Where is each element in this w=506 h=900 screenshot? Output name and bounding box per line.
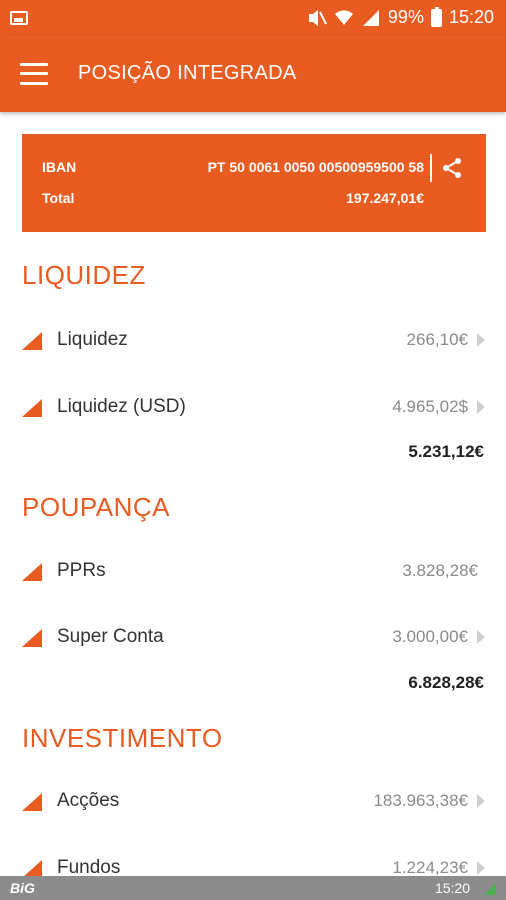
wifi-icon [334,9,354,27]
list-item-accoes[interactable]: Acções 183.963,38€ [0,780,506,824]
mute-icon [307,9,327,27]
total-value: 197.247,01€ [346,190,424,206]
iban-value: PT 50 0061 0050 00500959500 58 [207,159,424,175]
list-item-liquidez-usd[interactable]: Liquidez (USD) 4.965,02$ [0,386,506,430]
hamburger-menu-icon[interactable] [20,62,48,85]
list-item-fundos[interactable]: Fundos 1.224,23€ [0,847,506,876]
list-item-super-conta[interactable]: Super Conta 3.000,00€ [0,616,506,660]
list-item-liquidez[interactable]: Liquidez 266,10€ [0,319,506,363]
chevron-right-icon [476,332,486,348]
gallery-notification-icon [10,10,28,25]
section-subtotal-poupanca: 6.828,28€ [408,673,484,692]
card-divider [430,154,432,182]
chevron-right-icon [476,860,486,876]
triangle-marker-icon [22,629,42,647]
triangle-marker-icon [22,563,42,581]
app-bar: POSIÇÃO INTEGRADA [0,35,506,112]
chevron-right-icon [476,629,486,645]
list-item-pprs[interactable]: PPRs 3.828,28€ [0,550,506,594]
list-item-label: PPRs [57,560,106,581]
list-item-value: 266,10€ [406,330,468,349]
bottom-time: 15:20 [434,880,470,896]
list-item-label: Acções [57,790,120,811]
iban-label: IBAN [42,159,77,175]
list-item-value: 3.828,28€ [402,561,478,580]
main-content[interactable]: IBAN PT 50 0061 0050 00500959500 58 Tota… [0,112,506,876]
account-summary-card: IBAN PT 50 0061 0050 00500959500 58 Tota… [22,134,486,232]
list-item-label: Fundos [57,857,121,876]
battery-percentage: 99% [387,7,424,27]
triangle-marker-icon [22,399,42,417]
triangle-marker-icon [22,793,42,811]
signal-icon [484,882,496,895]
section-subtotal-liquidez: 5.231,12€ [408,442,484,461]
list-item-value: 183.963,38€ [373,791,468,810]
triangle-marker-icon [22,332,42,350]
status-bar: 99% 15:20 [0,0,506,35]
chevron-right-icon [476,399,486,415]
brand-logo: BiG [10,880,35,896]
signal-icon [361,9,381,27]
battery-icon [430,6,442,27]
chevron-right-icon [476,793,486,809]
list-item-value: 4.965,02$ [392,397,468,416]
page-title: POSIÇÃO INTEGRADA [78,62,297,84]
list-item-label: Super Conta [57,626,164,647]
list-item-label: Liquidez (USD) [57,396,186,417]
list-item-value: 1.224,23€ [392,858,468,876]
section-title-investimento: INVESTIMENTO [22,723,223,753]
total-label: Total [42,190,75,206]
triangle-marker-icon [22,860,42,876]
section-title-liquidez: LIQUIDEZ [22,260,146,290]
section-title-poupanca: POUPANÇA [22,492,170,522]
status-time: 15:20 [448,7,494,27]
share-icon[interactable] [440,156,464,180]
list-item-label: Liquidez [57,329,128,350]
bottom-status-bar: BiG 15:20 [0,876,506,900]
list-item-value: 3.000,00€ [392,627,468,646]
